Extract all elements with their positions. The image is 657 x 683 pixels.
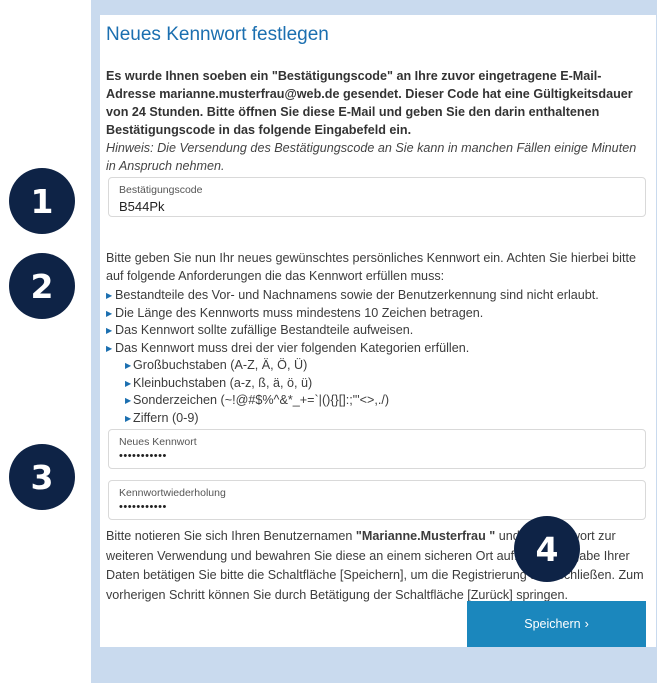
- page-title: Neues Kennwort festlegen: [106, 24, 329, 45]
- new-password-label: Neues Kennwort: [119, 436, 197, 448]
- bullet-triangle-icon: ▶: [125, 378, 132, 388]
- bullet-triangle-icon: ▶: [106, 343, 113, 353]
- repeat-password-label: Kennwortwiederholung: [119, 487, 226, 499]
- category-item: ▶ Sonderzeichen (~!@#$%^&*_+=`|(){}[]:;"'…: [106, 392, 641, 410]
- category-item: ▶ Großbuchstaben (A-Z, Ä, Ö, Ü): [106, 357, 641, 375]
- save-button[interactable]: Speichern ›: [467, 601, 646, 647]
- confirmation-code-input[interactable]: B544Pk: [119, 199, 165, 214]
- step-badge-2: 2: [9, 253, 75, 319]
- category-item: ▶ Kleinbuchstaben (a-z, ß, ä, ö, ü): [106, 375, 641, 393]
- requirement-item: ▶ Das Kennwort sollte zufällige Bestandte…: [106, 322, 641, 340]
- bullet-triangle-icon: ▶: [125, 361, 132, 370]
- bullet-triangle-icon: ▶: [106, 326, 113, 335]
- step-badge-4: 4: [514, 516, 580, 582]
- repeat-password-input[interactable]: •••••••••••: [119, 501, 167, 513]
- intro-instructions: Es wurde Ihnen soeben ein "Bestätigungsc…: [106, 69, 633, 137]
- step-badge-3: 3: [9, 444, 75, 510]
- repeat-password-field[interactable]: Kennwortwiederholung •••••••••••: [108, 480, 646, 520]
- requirements-intro: Bitte geben Sie nun Ihr neues gewünschte…: [106, 251, 636, 283]
- category-item: ▶ Ziffern (0-9): [106, 410, 641, 428]
- save-button-label: Speichern: [524, 617, 581, 631]
- requirement-item: ▶ Das Kennwort muss drei der vier folgend…: [106, 340, 641, 358]
- chevron-right-icon: ›: [584, 617, 589, 631]
- intro-hint: Hinweis: Die Versendung des Bestätigungs…: [106, 141, 637, 173]
- bullet-triangle-icon: ▶: [125, 413, 132, 423]
- username: "Marianne.Musterfrau ": [355, 529, 496, 543]
- new-password-input[interactable]: •••••••••••: [119, 450, 167, 462]
- confirmation-code-label: Bestätigungscode: [119, 184, 203, 196]
- new-password-field[interactable]: Neues Kennwort •••••••••••: [108, 429, 646, 469]
- requirement-item: ▶ Die Länge des Kennworts muss mindestens…: [106, 305, 641, 323]
- password-requirements: Bitte geben Sie nun Ihr neues gewünschte…: [106, 250, 641, 427]
- bullet-triangle-icon: ▶: [125, 396, 132, 405]
- bullet-triangle-icon: ▶: [106, 308, 113, 318]
- intro-text: Es wurde Ihnen soeben ein "Bestätigungsc…: [106, 67, 641, 175]
- requirement-item: ▶ Bestandteile des Vor- und Nachnamens so…: [106, 287, 641, 305]
- confirmation-code-field[interactable]: Bestätigungscode B544Pk: [108, 177, 646, 217]
- step-badge-1: 1: [9, 168, 75, 234]
- bullet-triangle-icon: ▶: [106, 291, 113, 300]
